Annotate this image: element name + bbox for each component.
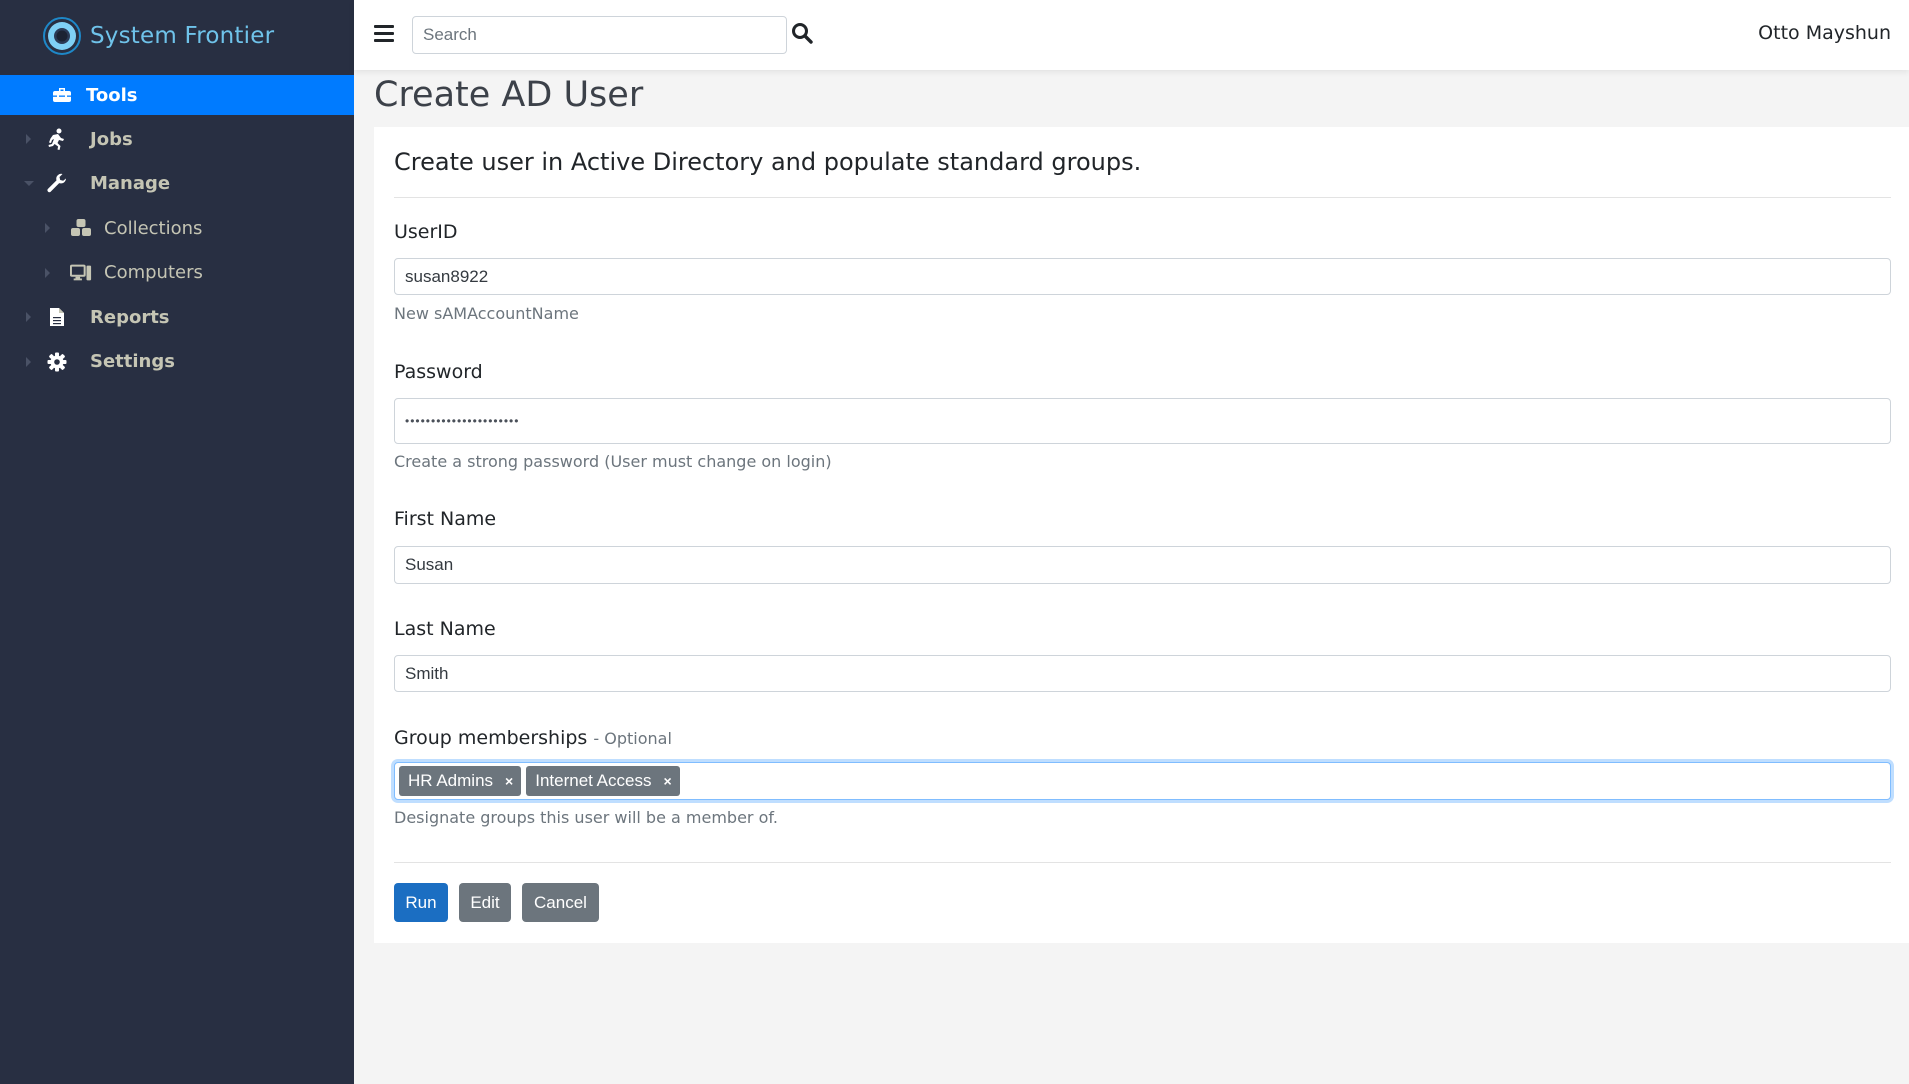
divider	[394, 197, 1891, 198]
user-name[interactable]: Otto Mayshun	[1758, 22, 1891, 44]
sidebar-item-tools[interactable]: Tools	[0, 75, 354, 115]
sidebar-item-label: Reports	[90, 306, 170, 328]
search-icon[interactable]	[791, 22, 815, 46]
password-label: Password	[394, 361, 483, 383]
sidebar-item-label: Collections	[104, 217, 203, 239]
caret-right-icon[interactable]	[45, 267, 50, 278]
sidebar: System Frontier Tools Jobs Manage Collec…	[0, 0, 354, 1084]
form-card: Create user in Active Directory and popu…	[374, 127, 1909, 943]
first-name-field[interactable]: Susan	[394, 546, 1891, 584]
last-name-label: Last Name	[394, 618, 496, 640]
optional-hint: - Optional	[593, 729, 672, 748]
brand[interactable]: System Frontier	[42, 15, 274, 57]
sidebar-item-settings[interactable]: Settings	[0, 340, 354, 385]
caret-right-icon[interactable]	[26, 134, 31, 145]
userid-label: UserID	[394, 221, 458, 243]
edit-button[interactable]: Edit	[459, 883, 511, 922]
remove-tag-icon[interactable]: ×	[663, 773, 671, 789]
running-icon	[46, 128, 68, 151]
sidebar-item-label: Computers	[104, 262, 203, 284]
file-icon	[46, 306, 68, 328]
search-input[interactable]	[412, 16, 787, 54]
sidebar-item-jobs[interactable]: Jobs	[0, 117, 354, 162]
last-name-field[interactable]: Smith	[394, 655, 1891, 692]
sidebar-item-computers[interactable]: Computers	[0, 251, 354, 296]
cubes-icon	[70, 217, 92, 239]
groups-label: Group memberships - Optional	[394, 727, 672, 749]
sidebar-item-label: Manage	[90, 173, 171, 195]
sidebar-item-label: Tools	[86, 84, 138, 106]
cancel-button[interactable]: Cancel	[522, 883, 599, 922]
caret-down-icon[interactable]	[24, 181, 34, 187]
caret-right-icon[interactable]	[26, 312, 31, 323]
sidebar-item-label: Jobs	[90, 128, 133, 150]
logo-icon	[43, 17, 81, 55]
group-tag-label: Internet Access	[535, 771, 652, 790]
first-name-label: First Name	[394, 508, 497, 530]
run-button[interactable]: Run	[394, 883, 448, 922]
page-title: Create AD User	[374, 75, 644, 115]
hamburger-icon[interactable]	[374, 25, 394, 43]
password-help: Create a strong password (User must chan…	[394, 452, 832, 471]
remove-tag-icon[interactable]: ×	[505, 773, 513, 789]
caret-right-icon[interactable]	[26, 356, 31, 367]
group-tag: HR Admins ×	[399, 766, 522, 796]
divider	[394, 862, 1891, 863]
topbar: Otto Mayshun	[354, 0, 1909, 70]
password-field[interactable]: ••••••••••••••••••••••	[394, 398, 1891, 444]
groups-help: Designate groups this user will be a mem…	[394, 808, 778, 827]
group-tag-label: HR Admins	[408, 771, 494, 790]
sidebar-item-collections[interactable]: Collections	[0, 206, 354, 251]
sidebar-item-manage[interactable]: Manage	[0, 162, 354, 207]
group-tag: Internet Access ×	[526, 766, 680, 796]
sidebar-item-label: Settings	[90, 351, 175, 373]
userid-field[interactable]: susan8922	[394, 258, 1891, 295]
groups-tag-input[interactable]: HR Admins × Internet Access ×	[394, 762, 1891, 800]
brand-name: System Frontier	[90, 23, 275, 49]
caret-right-icon[interactable]	[45, 223, 50, 234]
sidebar-nav: Tools Jobs Manage Collections Computers …	[0, 75, 354, 384]
gear-icon	[46, 351, 68, 373]
groups-label-text: Group memberships	[394, 727, 588, 749]
sidebar-item-reports[interactable]: Reports	[0, 295, 354, 340]
wrench-icon	[46, 173, 68, 195]
userid-help: New sAMAccountName	[394, 304, 579, 323]
desktop-icon	[70, 262, 92, 284]
toolbox-icon	[51, 84, 73, 106]
form-heading: Create user in Active Directory and popu…	[394, 148, 1142, 176]
